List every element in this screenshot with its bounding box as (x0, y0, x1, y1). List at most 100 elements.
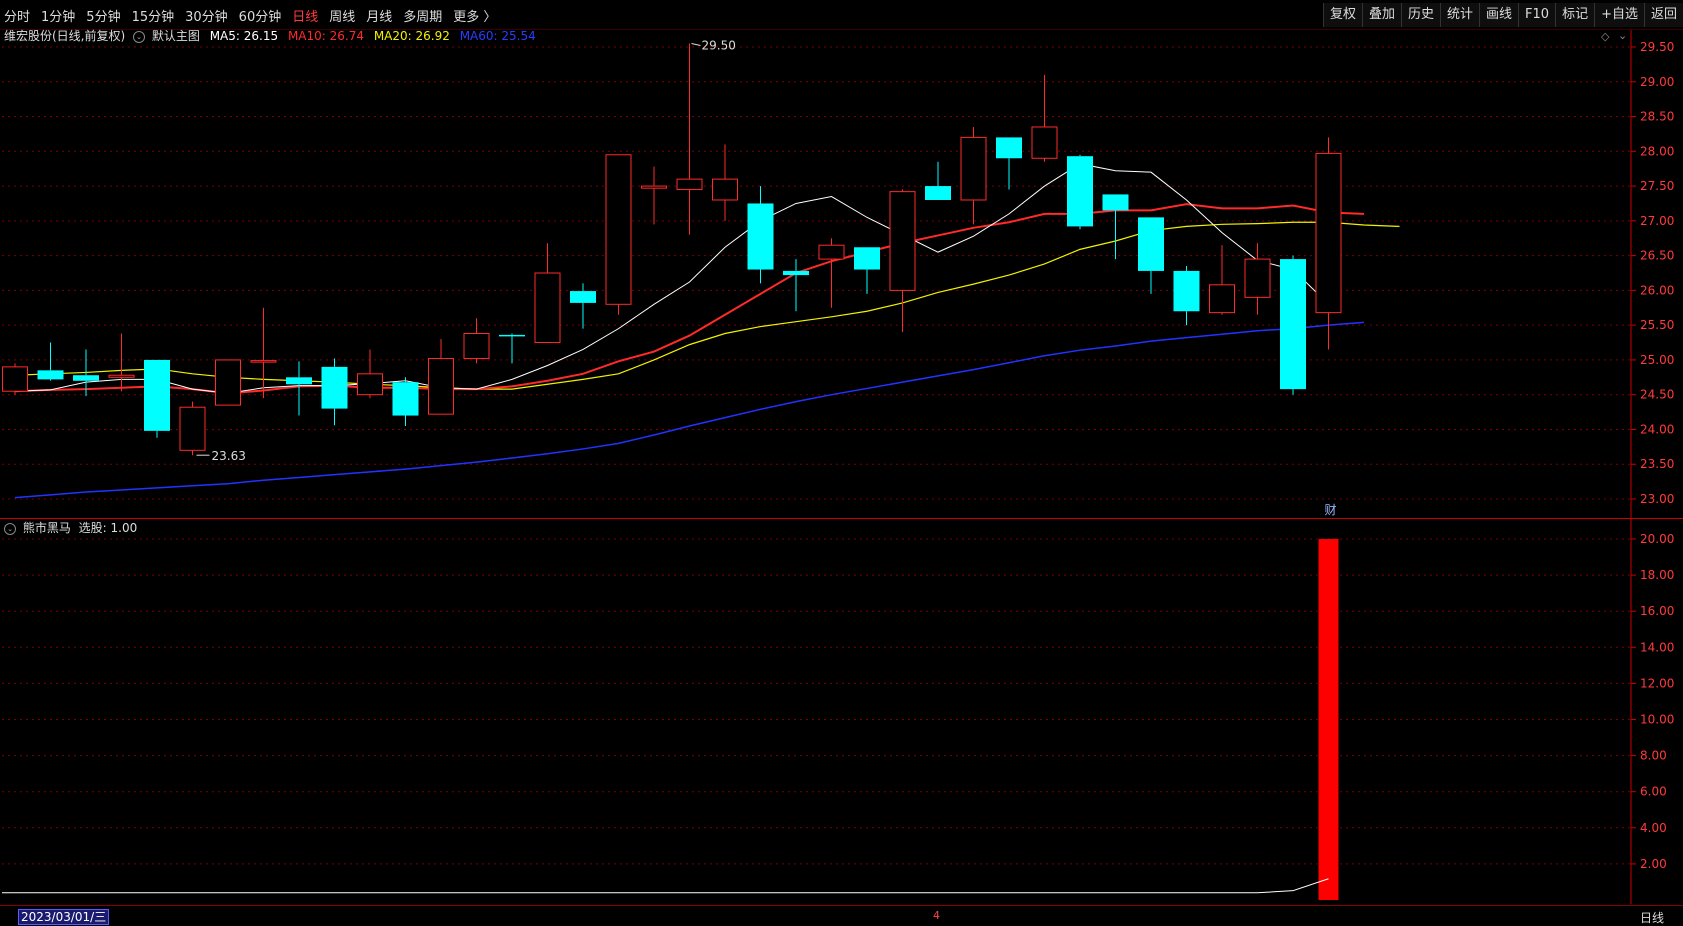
candle (108, 333, 135, 392)
candle (641, 166, 667, 225)
candle-body-up (1315, 152, 1342, 314)
candle-body-up (676, 178, 703, 191)
candle-body-up (428, 358, 454, 415)
price-tick-label: 27.50 (1640, 179, 1674, 193)
candle (960, 126, 987, 225)
candle (1209, 245, 1235, 315)
price-tick-label: 26.00 (1640, 283, 1674, 297)
candle (144, 359, 170, 438)
indicator-line (2, 878, 1329, 894)
candle-body-up (641, 185, 667, 189)
candle (818, 238, 845, 308)
candle-body-down (37, 370, 64, 380)
kline-chart[interactable]: 23.00 23.50 24.00 24.50 25.00 25.50 26.00 26.50… (0, 0, 1683, 905)
candle (1315, 137, 1342, 350)
candle (996, 137, 1022, 190)
candles (2, 43, 1342, 456)
price-tick-label: 28.00 (1640, 144, 1674, 158)
candle (1102, 194, 1129, 260)
indicator-tick-label: 18.00 (1640, 568, 1674, 582)
indicator-tick-label: 10.00 (1640, 713, 1674, 727)
price-tick-label: 23.50 (1640, 457, 1674, 471)
candle-body-up (108, 374, 135, 378)
indicator-bar (1318, 539, 1339, 900)
candle (783, 259, 809, 312)
indicator-tick-label: 6.00 (1640, 785, 1667, 799)
indicator-grid (2, 538, 1630, 865)
indicator-tick-label: 16.00 (1640, 604, 1674, 618)
candle-body-down (783, 270, 809, 276)
finance-mark: 财 (1325, 503, 1337, 517)
candle (499, 333, 525, 364)
candle-body-up (605, 154, 632, 305)
price-tick-label: 25.00 (1640, 353, 1674, 367)
candle (250, 307, 277, 399)
month-mark: 4 (933, 909, 940, 922)
ma60-line (14, 321, 1365, 499)
candle-body-up (712, 178, 738, 201)
candle (428, 339, 454, 415)
candle-body-up (250, 360, 277, 363)
candle (37, 342, 64, 381)
cursor-date: 2023/03/01/三 (18, 909, 110, 925)
candle-body-down (996, 137, 1022, 159)
candle-body-up (179, 406, 206, 451)
extreme-markers: 29.50 23.63 财 (196, 39, 1337, 517)
candle-body-down (144, 359, 170, 431)
price-tick-label: 24.00 (1640, 422, 1674, 436)
price-tick-label: 23.00 (1640, 492, 1674, 506)
price-tick-label: 29.50 (1640, 40, 1674, 54)
candle-body-up (889, 191, 916, 291)
moving-average-lines (14, 163, 1400, 499)
candle (286, 361, 312, 416)
high-arrow (691, 43, 701, 47)
candle (1067, 154, 1093, 230)
candle-body-up (1209, 284, 1235, 314)
candle-body-up (1031, 126, 1058, 159)
candle (1138, 217, 1164, 294)
status-bar: 2023/03/01/三 4 日线 (0, 905, 1683, 926)
candle-body-down (321, 366, 348, 409)
low-price-label: 23.63 (212, 449, 246, 463)
candle (357, 349, 383, 399)
candle-body-up (357, 373, 383, 396)
price-tick-label: 28.50 (1640, 110, 1674, 124)
price-tick-label: 29.00 (1640, 75, 1674, 89)
candle (215, 359, 241, 406)
price-axis: 23.00 23.50 24.00 24.50 25.00 25.50 26.00 26.50… (0, 30, 1683, 904)
candle (1280, 255, 1306, 395)
candle-body-down (854, 247, 880, 270)
high-price-label: 29.50 (702, 39, 736, 53)
indicator-axis: 2.00 4.00 6.00 8.00 10.00 12.00 14.00 16.00 18.0… (1631, 532, 1674, 871)
indicator-tick-label: 2.00 (1640, 857, 1667, 871)
candle-body-down (1280, 259, 1306, 390)
candle-body-up (534, 272, 561, 344)
main-grid (2, 46, 1630, 500)
candle-body-down (392, 382, 419, 416)
candle-body-down (1102, 194, 1129, 211)
candle (392, 377, 419, 426)
indicator-tick-label: 12.00 (1640, 676, 1674, 690)
candle (534, 243, 561, 344)
candle (321, 358, 348, 426)
price-tick-label: 25.50 (1640, 318, 1674, 332)
price-tick-label: 26.50 (1640, 249, 1674, 263)
candle-body-down (747, 203, 774, 270)
indicator-bars (2, 539, 1339, 900)
candle-body-down (1067, 156, 1093, 227)
candle-body-up (2, 366, 28, 392)
candle-body-down (925, 186, 951, 200)
indicator-tick-label: 14.00 (1640, 640, 1674, 654)
candle-body-up (215, 359, 241, 406)
period-indicator[interactable]: 日线 (1640, 909, 1664, 926)
indicator-tick-label: 8.00 (1640, 749, 1667, 763)
indicator-tick-label: 4.00 (1640, 821, 1667, 835)
candle-body-down (73, 375, 99, 381)
ma5-line (14, 163, 1329, 394)
candle-body-up (463, 332, 490, 360)
price-tick-label: 24.50 (1640, 388, 1674, 402)
price-tick-label: 27.00 (1640, 214, 1674, 228)
candle (712, 144, 738, 221)
candle (747, 186, 774, 284)
candle (925, 161, 951, 200)
